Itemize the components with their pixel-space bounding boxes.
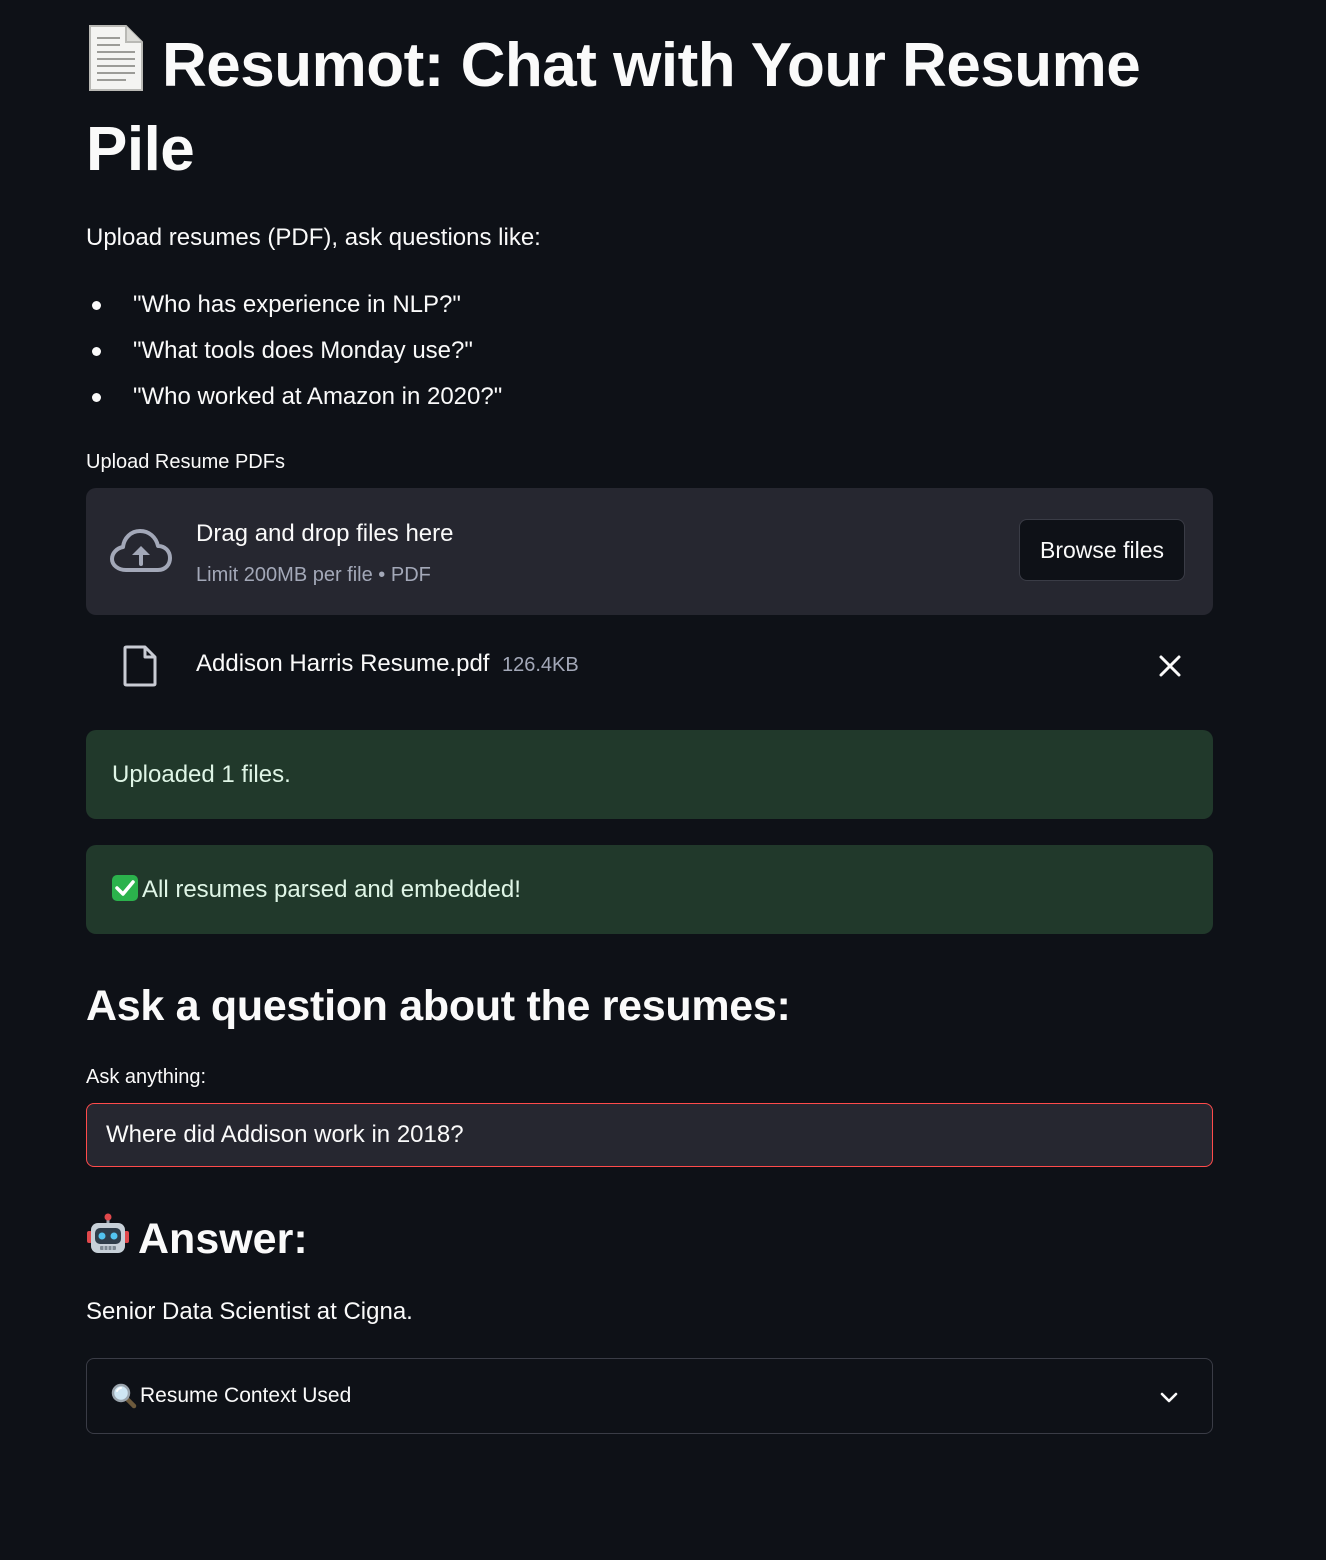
parse-success-content: All resumes parsed and embedded! <box>112 845 521 934</box>
example-question: "Who worked at Amazon in 2020?" <box>133 383 503 410</box>
chevron-down-icon <box>1157 1385 1181 1409</box>
example-question: "What tools does Monday use?" <box>133 337 473 364</box>
file-dropzone[interactable]: Drag and drop files here Limit 200MB per… <box>86 488 1213 615</box>
page-title: Resumot: Chat with Your Resume Pile <box>86 24 1226 192</box>
cloud-upload-icon <box>110 528 172 574</box>
question-section-header: Ask a question about the resumes: <box>86 982 791 1030</box>
example-questions-list: "Who has experience in NLP?" "What tools… <box>86 288 502 426</box>
intro-text: Upload resumes (PDF), ask questions like… <box>86 224 541 251</box>
upload-success-text: Uploaded 1 files. <box>112 761 291 788</box>
file-name: Addison Harris Resume.pdf <box>196 650 490 677</box>
page-title-text: Resumot: Chat with Your Resume Pile <box>86 31 1141 184</box>
bullet-icon <box>92 393 101 402</box>
check-mark-button-icon <box>112 875 138 901</box>
expander-label: Resume Context Used <box>140 1384 352 1407</box>
answer-header-text: Answer: <box>138 1215 308 1263</box>
resume-context-expander[interactable]: Resume Context Used <box>86 1358 1213 1434</box>
app-main: Resumot: Chat with Your Resume Pile Uplo… <box>0 0 1326 1560</box>
example-question: "Who has experience in NLP?" <box>133 291 461 318</box>
robot-icon <box>86 1213 130 1257</box>
browse-files-button[interactable]: Browse files <box>1019 519 1185 581</box>
dropzone-limit-text: Limit 200MB per file • PDF <box>196 564 431 586</box>
parse-success-alert: All resumes parsed and embedded! <box>86 845 1213 934</box>
uploader-label: Upload Resume PDFs <box>86 451 285 473</box>
answer-header: Answer: <box>86 1210 308 1268</box>
bullet-icon <box>92 301 101 310</box>
close-icon[interactable] <box>1158 654 1182 678</box>
list-item: "Who has experience in NLP?" <box>86 288 502 334</box>
question-input[interactable] <box>86 1103 1213 1167</box>
list-item: "What tools does Monday use?" <box>86 334 502 380</box>
upload-success-alert: Uploaded 1 files. <box>86 730 1213 819</box>
dropzone-instructions: Drag and drop files here <box>196 520 454 547</box>
file-size: 126.4KB <box>502 654 579 676</box>
parse-success-text: All resumes parsed and embedded! <box>142 876 521 903</box>
page-facing-up-icon <box>86 24 144 92</box>
list-item: "Who worked at Amazon in 2020?" <box>86 380 502 426</box>
magnifying-glass-icon <box>111 1383 137 1409</box>
question-label: Ask anything: <box>86 1066 207 1088</box>
bullet-icon <box>92 347 101 356</box>
file-icon <box>122 645 158 687</box>
uploaded-file-row: Addison Harris Resume.pdf 126.4KB <box>86 630 1213 700</box>
answer-text: Senior Data Scientist at Cigna. <box>86 1298 413 1325</box>
